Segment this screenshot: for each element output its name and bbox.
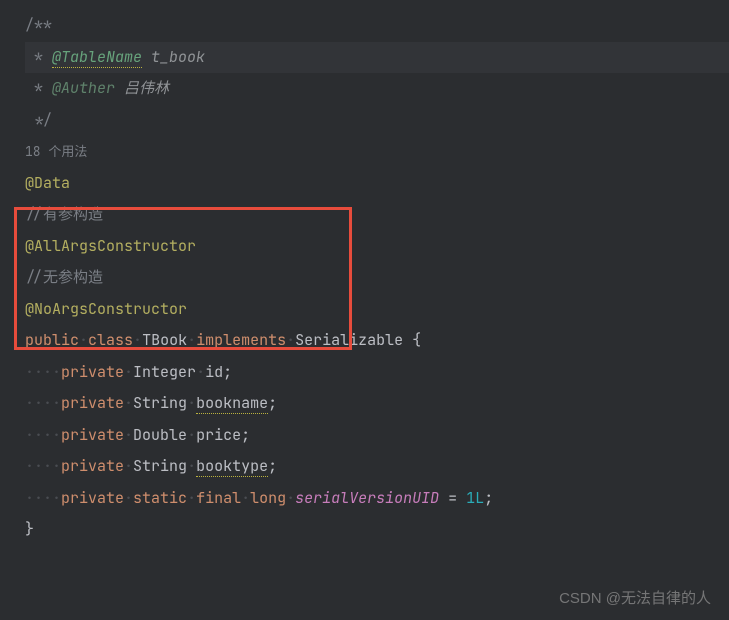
ws: · [187,456,196,476]
ws: · [124,488,133,508]
code-line: ····private·static·final·long·serialVers… [25,483,729,515]
code-line: ····private·Double·price; [25,420,729,452]
code-line: @Data [25,168,729,200]
annotation-data: @Data [25,173,70,193]
field-booktype: booktype [196,456,268,477]
ws: ···· [25,488,61,508]
semi: ; [268,456,277,476]
semi: ; [484,488,493,508]
doc-star: * [25,47,52,67]
kw-private: private [61,488,124,508]
code-line: //有参构造 [25,199,729,231]
doc-tag-tablename: @TableName [52,47,142,68]
code-line: * @Auther 吕伟林 [25,73,729,105]
kw-private: private [61,362,124,382]
ws: · [79,330,88,350]
ws: · [124,456,133,476]
kw-private: private [61,393,124,413]
comment-has-args: //有参构造 [25,204,103,224]
ws: · [133,330,142,350]
code-line: @AllArgsConstructor [25,231,729,263]
doc-val-author: 吕伟林 [115,78,169,98]
ws: ···· [25,425,61,445]
brace-open: { [403,330,421,350]
semi: ; [241,425,250,445]
field-id: id [205,362,223,382]
field-serialversionuid: serialVersionUID [295,488,439,508]
code-line: */ [25,105,729,137]
annotation-noargs: @NoArgsConstructor [25,299,187,319]
ws: · [286,330,295,350]
field-bookname: bookname [196,393,268,414]
code-line: public·class·TBook·implements·Serializab… [25,325,729,357]
kw-class: class [88,330,133,350]
doc-star: * [25,78,52,98]
code-line: ····private·String·bookname; [25,388,729,420]
semi: ; [268,393,277,413]
ws: · [241,488,250,508]
kw-implements: implements [196,330,286,350]
doc-val-tbook: t_book [142,47,205,67]
kw-private: private [61,456,124,476]
type-double: Double [133,425,187,445]
code-editor[interactable]: /** * @TableName t_book * @Auther 吕伟林 */… [0,0,729,546]
equals: = [439,488,466,508]
code-line: ····private·Integer·id; [25,357,729,389]
kw-public: public [25,330,79,350]
ws: ···· [25,456,61,476]
ws: · [124,362,133,382]
kw-final: final [196,488,241,508]
brace-close: } [25,519,34,539]
ws: · [196,362,205,382]
code-line: @NoArgsConstructor [25,294,729,326]
ws: · [187,488,196,508]
field-price: price [196,425,241,445]
type-string: String [133,393,187,413]
type-long: long [250,488,286,508]
watermark: CSDN @无法自律的人 [559,587,711,608]
ws: · [187,393,196,413]
type-string: String [133,456,187,476]
doc-tag-auther: @Auther [52,78,115,98]
literal-1l: 1L [466,488,484,508]
semi: ; [223,362,232,382]
class-tbook: TBook [142,330,187,350]
kw-private: private [61,425,124,445]
ws: · [124,425,133,445]
usage-hint[interactable]: 18 个用法 [25,143,87,160]
doc-close: */ [25,110,52,130]
ws: ···· [25,393,61,413]
ws: · [187,425,196,445]
code-line: /** [25,10,729,42]
comment-no-args: //无参构造 [25,267,103,287]
kw-static: static [133,488,187,508]
code-line-current: * @TableName t_book [25,42,729,74]
code-line: //无参构造 [25,262,729,294]
code-line: 18 个用法 [25,136,729,168]
type-integer: Integer [133,362,196,382]
ws: · [124,393,133,413]
code-line: } [25,514,729,546]
iface-serializable: Serializable [295,330,403,350]
annotation-allargs: @AllArgsConstructor [25,236,196,256]
doc-open: /** [25,15,52,35]
ws: · [187,330,196,350]
ws: · [286,488,295,508]
code-line: ····private·String·booktype; [25,451,729,483]
ws: ···· [25,362,61,382]
